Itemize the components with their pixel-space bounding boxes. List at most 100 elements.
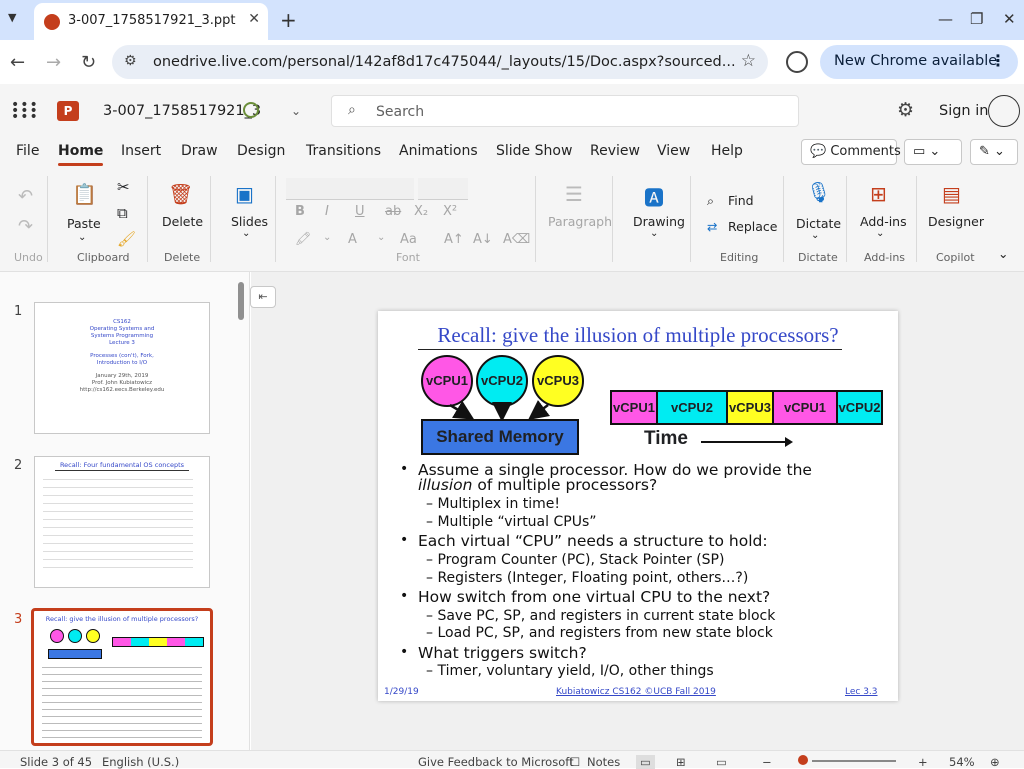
font-color-chevron-icon[interactable]: ⌄ (377, 232, 385, 243)
tab-home[interactable]: Home (58, 143, 104, 166)
tab-file[interactable]: File (16, 143, 39, 159)
settings-gear-icon[interactable]: ⚙ (897, 99, 914, 121)
tab-draw[interactable]: Draw (181, 143, 218, 159)
zoom-out-icon[interactable]: − (762, 755, 772, 769)
copy-icon[interactable]: ⧉ (117, 204, 128, 222)
drawing-button[interactable]: Drawing (633, 214, 685, 229)
change-case-icon[interactable]: Aa (400, 232, 417, 247)
bookmark-star-icon[interactable]: ☆ (741, 51, 756, 71)
more-menu-icon[interactable]: ⋮ (990, 51, 1006, 70)
find-button[interactable]: Find (728, 193, 754, 208)
drawing-icon[interactable]: 🅰 (644, 182, 664, 211)
paste-chevron-icon[interactable]: ⌄ (78, 232, 86, 243)
normal-view-icon[interactable]: ▭ (636, 755, 655, 769)
avatar-icon[interactable] (988, 95, 1020, 127)
microphone-icon[interactable]: 🎙 (806, 180, 831, 204)
strikethrough-icon[interactable]: ab (385, 204, 401, 219)
minimize-icon[interactable]: — (938, 10, 953, 28)
cut-icon[interactable]: ✂ (117, 178, 130, 196)
thumbnail-slide-2[interactable]: Recall: Four fundamental OS concepts (34, 456, 210, 588)
app-launcher-icon[interactable]: ••• ••• ••• (11, 98, 38, 124)
back-icon[interactable]: ← (10, 52, 25, 73)
paste-icon[interactable]: 📋 (72, 182, 97, 206)
undo-icon[interactable]: ↶ (18, 186, 33, 207)
new-chrome-button[interactable]: New Chrome available ⋮ (820, 45, 1018, 79)
ribbon-collapse-chevron-icon[interactable]: ⌄ (998, 246, 1008, 261)
delete-button[interactable]: Delete (162, 214, 203, 229)
addins-chevron-icon[interactable]: ⌄ (876, 228, 884, 239)
thumbnail-slide-1[interactable]: CS162 Operating Systems and Systems Prog… (34, 302, 210, 434)
profile-icon[interactable] (786, 51, 808, 73)
restore-icon[interactable]: ❐ (970, 10, 983, 28)
slides-chevron-icon[interactable]: ⌄ (242, 228, 250, 239)
delete-icon[interactable]: 🗑 (168, 182, 193, 206)
tab-slide-show[interactable]: Slide Show (496, 143, 572, 159)
italic-icon[interactable]: I (325, 204, 329, 219)
highlight-icon[interactable]: 🖍 (295, 232, 312, 247)
font-name-select[interactable] (286, 178, 414, 200)
font-size-select[interactable] (418, 178, 468, 200)
slides-icon[interactable]: ▣ (235, 182, 254, 206)
shrink-font-icon[interactable]: A↓ (473, 232, 493, 247)
present-button[interactable]: ▭ ⌄ (904, 139, 962, 165)
paste-button[interactable]: Paste (67, 216, 101, 231)
tab-review[interactable]: Review (590, 143, 640, 159)
drawing-chevron-icon[interactable]: ⌄ (650, 228, 658, 239)
superscript-icon[interactable]: X² (443, 204, 457, 219)
tab-help[interactable]: Help (711, 143, 743, 159)
replace-icon[interactable]: ⇄ (707, 219, 717, 234)
designer-icon[interactable]: ▤ (942, 182, 961, 206)
slide-sorter-icon[interactable]: ⊞ (676, 755, 686, 769)
tab-search-icon[interactable]: ▼ (8, 11, 16, 24)
new-tab-icon[interactable]: + (280, 8, 297, 32)
zoom-slider[interactable] (812, 760, 896, 762)
browser-tab[interactable]: 3-007_1758517921_3.ppt ✕ (34, 3, 268, 40)
grow-font-icon[interactable]: A↑ (444, 232, 464, 247)
tab-design[interactable]: Design (237, 143, 285, 159)
tab-transitions[interactable]: Transitions (306, 143, 381, 159)
search-box[interactable]: ⌕ Search (331, 95, 799, 127)
designer-button[interactable]: Designer (928, 214, 984, 229)
powerpoint-logo-icon[interactable]: P (57, 101, 79, 121)
slides-button[interactable]: Slides (231, 214, 268, 229)
collapse-panel-button[interactable]: ⇤ (250, 286, 276, 308)
reading-view-icon[interactable]: ▭ (716, 755, 727, 769)
dictate-chevron-icon[interactable]: ⌄ (811, 230, 819, 241)
sign-in-link[interactable]: Sign in (939, 103, 988, 119)
site-info-icon[interactable]: ⚙ (124, 53, 137, 69)
addins-icon[interactable]: ⊞ (870, 182, 887, 206)
paragraph-button[interactable]: Paragraph (548, 214, 612, 229)
font-color-icon[interactable]: A (348, 232, 357, 247)
subscript-icon[interactable]: X₂ (414, 204, 428, 219)
paragraph-icon[interactable]: ☰ (565, 182, 583, 206)
highlight-chevron-icon[interactable]: ⌄ (323, 232, 331, 243)
comments-button[interactable]: 💬 Comments (801, 139, 901, 165)
clear-formatting-icon[interactable]: A⌫ (503, 232, 530, 247)
tab-view[interactable]: View (657, 143, 690, 159)
reload-icon[interactable]: ↻ (81, 52, 96, 73)
close-tab-icon[interactable]: ✕ (248, 11, 260, 27)
language-indicator[interactable]: English (U.S.) (102, 755, 179, 769)
zoom-in-icon[interactable]: + (918, 755, 928, 769)
chevron-down-icon[interactable]: ⌄ (291, 104, 301, 118)
close-window-icon[interactable]: ✕ (1003, 10, 1016, 28)
thumbnail-slide-3[interactable]: Recall: give the illusion of multiple pr… (31, 608, 213, 746)
replace-button[interactable]: Replace (728, 219, 777, 234)
editing-mode-button[interactable]: ✎ ⌄ (970, 139, 1018, 165)
dictate-button[interactable]: Dictate (796, 216, 841, 231)
underline-icon[interactable]: U (355, 204, 365, 219)
zoom-slider-knob[interactable] (798, 755, 808, 765)
fit-slide-icon[interactable]: ⊕ (990, 755, 1000, 769)
zoom-level[interactable]: 54% (949, 755, 975, 769)
redo-icon[interactable]: ↷ (18, 216, 33, 237)
find-icon[interactable]: ⌕ (707, 193, 714, 209)
forward-icon[interactable]: → (46, 52, 61, 73)
notes-button[interactable]: Notes (587, 755, 620, 769)
url-text[interactable]: onedrive.live.com/personal/142af8d17c475… (153, 54, 736, 70)
bold-icon[interactable]: B (295, 204, 305, 219)
current-slide[interactable]: Recall: give the illusion of multiple pr… (378, 311, 898, 701)
tab-animations[interactable]: Animations (399, 143, 478, 159)
tab-insert[interactable]: Insert (121, 143, 161, 159)
panel-scrollbar[interactable] (238, 282, 244, 320)
document-title[interactable]: 3-007_1758517921_3 (103, 103, 261, 119)
